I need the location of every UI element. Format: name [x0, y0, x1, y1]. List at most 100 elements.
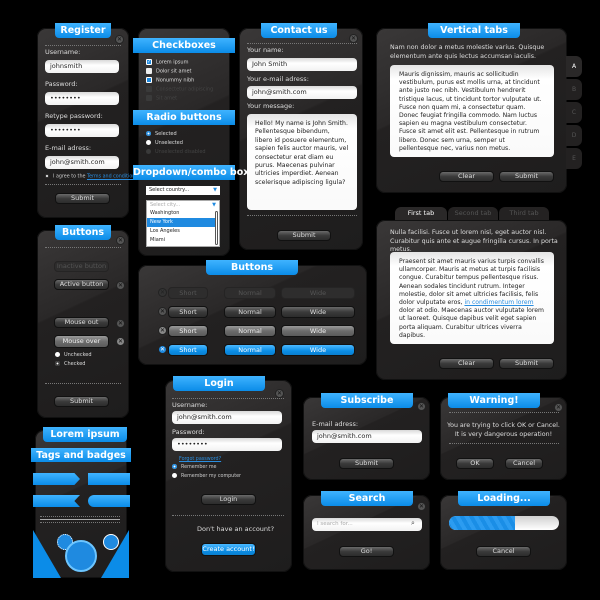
option-item[interactable]: Miami	[147, 236, 219, 245]
close-icon[interactable]: ✕	[417, 402, 426, 411]
close-icon[interactable]: ✕	[116, 281, 125, 290]
mouse-out-button[interactable]: Mouse out	[54, 317, 109, 328]
horizontal-tabs-panel: Nulla facilisi. Fusce ut lorem nisl, ege…	[376, 220, 567, 380]
vertical-tab-e[interactable]: E	[566, 148, 582, 169]
radio-unselected-icon[interactable]	[172, 473, 177, 478]
tab-second[interactable]: Second tab	[448, 207, 498, 220]
password-field[interactable]: ••••••••	[172, 438, 282, 451]
password-label: Password:	[45, 80, 78, 88]
vertical-tab-b[interactable]: B	[566, 79, 582, 100]
close-icon[interactable]: ✕	[275, 389, 284, 398]
inline-link[interactable]: in condimentum lorem	[464, 299, 533, 306]
tab-first[interactable]: First tab	[395, 207, 447, 220]
checkbox-partial-icon[interactable]	[146, 77, 152, 83]
grid-button-normal-hover[interactable]: Normal	[224, 325, 276, 337]
checkbox-row[interactable]: Dolor sit amet	[146, 68, 192, 75]
agree-radio[interactable]	[45, 174, 49, 178]
radio-selected-icon[interactable]	[146, 131, 151, 136]
tab-third[interactable]: Third tab	[499, 207, 549, 220]
checkboxes-title: Checkboxes	[133, 38, 235, 53]
grid-button-wide-active[interactable]: Wide	[281, 344, 355, 356]
grid-button-normal-normal[interactable]: Normal	[224, 306, 276, 318]
close-icon[interactable]: ✕	[158, 326, 167, 335]
checkbox-row[interactable]: ✓ Lorem ipsum	[146, 59, 188, 66]
radio-unselected-icon[interactable]	[146, 140, 151, 145]
radio-selected-icon[interactable]	[172, 464, 177, 469]
username-field[interactable]: johnsmith	[45, 60, 119, 73]
password-label: Password:	[172, 428, 205, 436]
option-item-selected[interactable]: New York	[147, 218, 215, 227]
submit-button[interactable]: Submit	[499, 358, 554, 369]
create-account-button[interactable]: Create account!	[201, 543, 256, 556]
vertical-tab-c[interactable]: C	[566, 102, 582, 123]
username-label: Username:	[172, 401, 208, 409]
submit-button[interactable]: Submit	[54, 396, 109, 407]
divider	[247, 43, 357, 44]
grid-button-short-hover[interactable]: Short	[168, 325, 208, 337]
name-field[interactable]: John Smith	[247, 58, 357, 71]
close-icon[interactable]: ✕	[158, 345, 167, 354]
country-select[interactable]: Select country... ▼	[146, 186, 220, 195]
divider	[449, 412, 559, 413]
grid-button-wide-hover[interactable]: Wide	[281, 325, 355, 337]
option-item[interactable]: Washington	[147, 209, 219, 218]
submit-button[interactable]: Submit	[55, 193, 110, 204]
radio-row[interactable]: Unselected	[146, 140, 183, 146]
radio-checked-icon[interactable]	[55, 361, 60, 366]
checkbox-row[interactable]: Nonummy nibh	[146, 77, 194, 84]
close-icon[interactable]: ✕	[116, 337, 125, 346]
search-icon[interactable]: ⌕	[411, 519, 415, 528]
remember-me-row[interactable]: Remember me	[172, 464, 216, 470]
message-textarea[interactable]: Hello! My name is John Smith. Pellentesq…	[247, 114, 357, 210]
active-button[interactable]: Active button	[54, 279, 109, 290]
grid-button-wide-normal[interactable]: Wide	[281, 306, 355, 318]
scrollbar[interactable]	[215, 211, 218, 245]
clear-button[interactable]: Clear	[439, 171, 494, 182]
username-field[interactable]: john@smith.com	[172, 411, 282, 424]
cancel-button[interactable]: Cancel	[505, 458, 543, 469]
option-item[interactable]: Los Angeles	[147, 227, 219, 236]
close-icon[interactable]: ✕	[115, 35, 124, 44]
content-textarea[interactable]: Praesent sit amet mauris varius turpis c…	[390, 252, 554, 344]
mouse-over-button[interactable]: Mouse over	[54, 335, 109, 348]
password-field[interactable]: ••••••••	[45, 92, 119, 105]
grid-button-normal-active[interactable]: Normal	[224, 344, 276, 356]
checkbox-checked-icon[interactable]: ✓	[146, 59, 152, 65]
login-button[interactable]: Login	[201, 494, 256, 505]
city-combobox[interactable]: Select city... ▼ Washington New York Los …	[146, 200, 220, 247]
submit-button[interactable]: Submit	[277, 230, 331, 241]
city-placeholder[interactable]: Select city... ▼	[147, 201, 219, 209]
vertical-tab-a[interactable]: A	[566, 56, 582, 77]
clear-button[interactable]: Clear	[439, 358, 494, 369]
content-textarea[interactable]: Mauris dignissim, mauris ac sollicitudin…	[390, 65, 554, 157]
cancel-button[interactable]: Cancel	[476, 546, 531, 557]
search-input[interactable]: I search for...	[312, 518, 422, 531]
checked-radio-row[interactable]: Checked	[55, 361, 85, 367]
radio-unchecked-icon[interactable]	[55, 352, 60, 357]
radio-row[interactable]: Selected	[146, 131, 177, 137]
retype-password-field[interactable]: ••••••••	[45, 124, 119, 137]
email-field[interactable]: john@smith.com	[247, 86, 357, 99]
close-icon[interactable]: ✕	[349, 34, 358, 43]
badge-medium	[103, 534, 119, 550]
checkbox-empty-icon[interactable]	[146, 68, 152, 74]
terms-link[interactable]: Terms and conditions	[87, 175, 138, 180]
forgot-password-link[interactable]: Forgot password?	[179, 457, 221, 462]
close-icon[interactable]: ✕	[158, 307, 167, 316]
close-icon[interactable]: ✕	[116, 319, 125, 328]
close-icon[interactable]: ✕	[554, 403, 563, 412]
go-button[interactable]: Go!	[339, 546, 394, 557]
email-field[interactable]: john@smith.com	[45, 156, 119, 169]
submit-button[interactable]: Submit	[339, 458, 394, 469]
close-icon[interactable]: ✕	[417, 502, 426, 511]
vertical-tab-d[interactable]: D	[566, 125, 582, 146]
submit-button[interactable]: Submit	[499, 171, 554, 182]
grid-button-short-active[interactable]: Short	[168, 344, 208, 356]
warning-message-line2: It is very dangerous operation!	[454, 431, 553, 438]
grid-button-short-normal[interactable]: Short	[168, 306, 208, 318]
ok-button[interactable]: OK	[456, 458, 494, 469]
email-field[interactable]: john@smith.com	[312, 430, 422, 443]
remember-computer-row[interactable]: Remember my computer	[172, 473, 241, 479]
close-icon[interactable]: ✕	[116, 236, 125, 245]
unchecked-radio-row[interactable]: Unchecked	[55, 352, 92, 358]
